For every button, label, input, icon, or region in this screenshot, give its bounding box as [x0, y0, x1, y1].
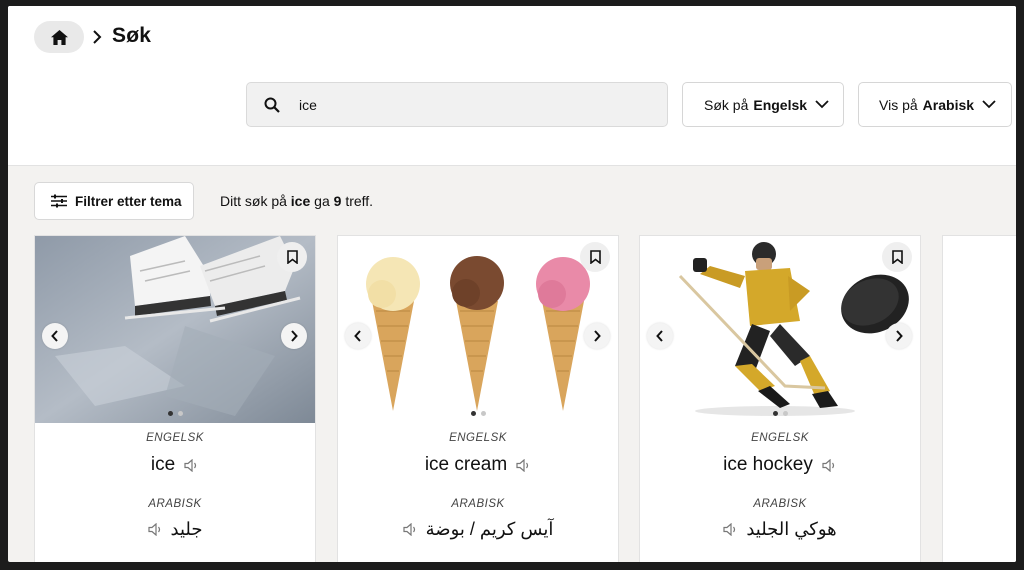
- app-window: Søk Søk på Engelsk Vis på Arabisk Filtre…: [8, 6, 1016, 562]
- carousel-prev-button[interactable]: [647, 323, 673, 349]
- search-input[interactable]: [299, 91, 649, 119]
- display-language-dropdown[interactable]: Vis på Arabisk: [858, 82, 1012, 127]
- ice-skates-photo: [35, 236, 315, 423]
- speaker-icon: [516, 458, 529, 472]
- translation-word: هوكي الجليد: [640, 519, 920, 540]
- carousel-next-button[interactable]: [281, 323, 307, 349]
- display-language-value: Arabisk: [922, 96, 975, 113]
- result-suffix: treff.: [345, 193, 374, 209]
- result-term: ice: [290, 193, 311, 209]
- header: Søk Søk på Engelsk Vis på Arabisk: [8, 6, 1016, 166]
- speaker-icon: [723, 523, 736, 536]
- bookmark-icon: [891, 250, 903, 264]
- source-language-label: ENGELSK: [751, 432, 809, 444]
- chevron-down-icon: [815, 100, 829, 109]
- home-button[interactable]: [34, 21, 84, 53]
- source-language-label: ENGELSK: [146, 432, 204, 444]
- source-word: ice: [35, 454, 315, 476]
- chevron-down-icon: [982, 100, 996, 109]
- translation-text: هوكي الجليد: [746, 519, 837, 539]
- search-language-label: Søk på: [704, 96, 749, 113]
- word-card[interactable]: ENGELSK ice cream ARABISK آيس كريم / بوض…: [337, 235, 619, 562]
- speaker-icon: [184, 458, 197, 472]
- speaker-button[interactable]: [184, 458, 199, 472]
- carousel-dot[interactable]: [167, 411, 173, 416]
- target-language-label: ARABISK: [753, 498, 807, 510]
- word-card[interactable]: ENGELSK ice hockey ARABISK هوكي الجليد: [639, 235, 921, 562]
- target-language-label: ARABISK: [148, 498, 202, 510]
- carousel-prev-button[interactable]: [42, 323, 68, 349]
- chevron-left-icon: [51, 330, 58, 342]
- word-text: ice hockey: [723, 454, 813, 475]
- speaker-icon: [147, 523, 160, 536]
- filter-label: Filtrer etter tema: [75, 193, 182, 209]
- home-icon: [50, 29, 68, 45]
- card-carousel: [338, 236, 618, 423]
- carousel-dot[interactable]: [177, 411, 183, 416]
- search-box[interactable]: [246, 82, 668, 127]
- carousel-dots: [35, 411, 315, 416]
- result-prefix: Ditt søk på: [220, 193, 287, 209]
- ice-cream-photo: [338, 236, 618, 423]
- filter-by-theme-button[interactable]: Filtrer etter tema: [34, 182, 194, 220]
- chevron-left-icon: [656, 330, 663, 342]
- bookmark-button[interactable]: [580, 242, 610, 272]
- carousel-next-button[interactable]: [584, 323, 610, 349]
- translation-word: آيس كريم / بوضة: [338, 519, 618, 540]
- sliders-icon: [51, 194, 67, 208]
- bookmark-icon: [286, 250, 298, 264]
- chevron-right-icon: [896, 330, 903, 342]
- source-language-label: ENGELSK: [449, 432, 507, 444]
- chevron-left-icon: [354, 330, 361, 342]
- word-text: ice cream: [424, 454, 508, 475]
- carousel-dots: [338, 411, 618, 416]
- word-card[interactable]: ENGELSK ice ARABISK جليد: [34, 235, 316, 562]
- carousel-dots: [640, 411, 920, 416]
- page-title: Søk: [112, 24, 152, 47]
- search-language-value: Engelsk: [753, 96, 808, 113]
- bookmark-button[interactable]: [882, 242, 912, 272]
- bookmark-button[interactable]: [277, 242, 307, 272]
- speaker-button[interactable]: [516, 458, 531, 472]
- source-word: ice hockey: [640, 454, 920, 476]
- speaker-button[interactable]: [147, 523, 163, 536]
- search-language-dropdown[interactable]: Søk på Engelsk: [682, 82, 844, 127]
- translation-text: جليد: [170, 519, 203, 539]
- speaker-button[interactable]: [403, 523, 418, 536]
- result-middle: ga: [314, 193, 330, 209]
- chevron-right-icon: [291, 330, 298, 342]
- carousel-prev-button[interactable]: [345, 323, 371, 349]
- speaker-icon: [403, 523, 415, 536]
- carousel-dot[interactable]: [782, 411, 788, 416]
- chevron-right-icon: [594, 330, 601, 342]
- card-carousel: [640, 236, 920, 423]
- source-word: ice cream: [338, 454, 618, 476]
- carousel-dot[interactable]: [470, 411, 476, 416]
- carousel-dot[interactable]: [772, 411, 778, 416]
- carousel-dot[interactable]: [480, 411, 486, 416]
- ice-hockey-photo: [640, 236, 920, 423]
- chevron-right-icon: [93, 30, 102, 44]
- bookmark-icon: [589, 250, 601, 264]
- speaker-icon: [822, 458, 834, 472]
- display-language-label: Vis på: [879, 96, 918, 113]
- card-carousel: [35, 236, 315, 423]
- speaker-button[interactable]: [822, 458, 837, 472]
- speaker-button[interactable]: [723, 523, 738, 536]
- translation-text: آيس كريم / بوضة: [425, 519, 554, 539]
- word-text: ice: [150, 454, 176, 475]
- search-icon: [264, 97, 280, 113]
- result-count: 9: [333, 193, 342, 209]
- translation-word: جليد: [35, 519, 315, 540]
- carousel-next-button[interactable]: [886, 323, 912, 349]
- result-summary: Ditt søk på ice ga 9 treff.: [220, 193, 373, 209]
- target-language-label: ARABISK: [451, 498, 505, 510]
- word-card-partial[interactable]: [942, 235, 1016, 562]
